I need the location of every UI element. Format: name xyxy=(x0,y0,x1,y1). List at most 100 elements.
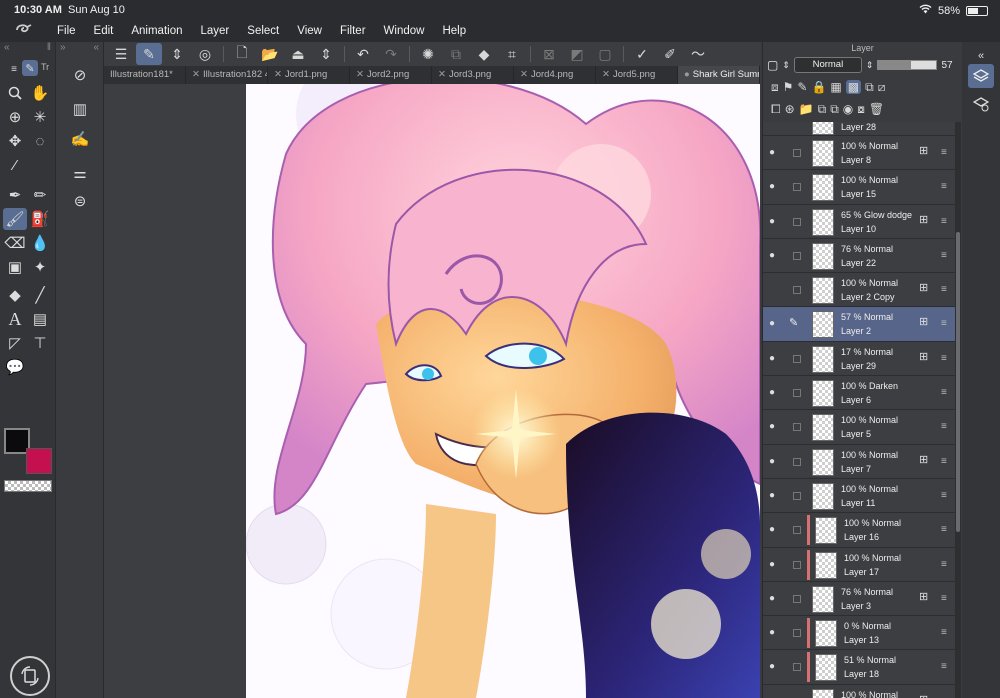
layer-thumbnail[interactable] xyxy=(812,122,834,135)
figure-line-icon[interactable]: ╱ xyxy=(28,284,52,306)
brush-settings-icon[interactable]: ✐ xyxy=(657,43,683,65)
reference-icon[interactable]: ⊞ xyxy=(919,315,928,328)
tab-jord1[interactable]: ✕ Jord1.png xyxy=(268,66,350,84)
layer-row[interactable]: 100 % Normal Layer 2 Copy ⊞ ≡ xyxy=(763,273,955,308)
close-icon[interactable]: ✕ xyxy=(192,69,200,80)
layer-checkbox[interactable] xyxy=(793,594,801,603)
eye-icon[interactable]: ● xyxy=(769,559,775,570)
apply-mask-icon[interactable]: ⧇ xyxy=(857,102,865,117)
reference-icon[interactable]: ⊞ xyxy=(919,281,928,294)
opacity-value[interactable]: 57 xyxy=(941,60,952,71)
layer-menu-icon[interactable]: ≡ xyxy=(941,627,947,638)
close-icon[interactable]: ✕ xyxy=(356,69,364,80)
tab-illustration182[interactable]: ✕ Illustration182 4 xyxy=(186,66,268,84)
collapse-left-icon[interactable]: « xyxy=(4,42,10,56)
layers-panel-icon[interactable] xyxy=(968,64,994,88)
trash-icon[interactable]: 🗑 xyxy=(869,102,884,116)
lock-transparency-icon[interactable]: ▦ xyxy=(830,80,841,94)
eye-icon[interactable]: ● xyxy=(769,490,775,501)
layer-menu-icon[interactable]: ≡ xyxy=(941,318,947,329)
transform-icon[interactable]: ⌗ xyxy=(499,43,525,65)
layer-menu-icon[interactable]: ≡ xyxy=(941,524,947,535)
layer-checkbox[interactable] xyxy=(793,629,801,638)
layer-checkbox[interactable] xyxy=(793,491,801,500)
frame-border-icon[interactable]: ▤ xyxy=(28,308,52,330)
zoom-icon[interactable] xyxy=(3,82,27,104)
hamburger-menu-icon[interactable]: ☰ xyxy=(108,43,134,65)
chevron-updown-icon[interactable]: ⇕ xyxy=(782,60,790,71)
app-logo-icon[interactable] xyxy=(0,23,48,40)
layer-thumbnail[interactable] xyxy=(812,242,834,270)
layer-thumbnail[interactable] xyxy=(815,620,837,648)
eye-icon[interactable]: ● xyxy=(769,456,775,467)
eye-icon[interactable]: ● xyxy=(769,524,775,535)
selection-frame-icon[interactable]: ▢ xyxy=(592,43,618,65)
collapse-icon[interactable]: « xyxy=(93,42,99,56)
layer-menu-icon[interactable]: ≡ xyxy=(941,456,947,467)
panel-grip-icon[interactable]: ‖ xyxy=(47,42,51,56)
fill-bucket-icon[interactable]: ◆ xyxy=(471,43,497,65)
invert-selection-icon[interactable]: ◩ xyxy=(564,43,590,65)
menu-filter[interactable]: Filter xyxy=(331,25,375,37)
loading-icon[interactable]: ✺ xyxy=(415,43,441,65)
layer-thumbnail[interactable] xyxy=(812,311,834,339)
layer-menu-icon[interactable]: ≡ xyxy=(941,421,947,432)
layer-thumbnail[interactable] xyxy=(812,482,834,510)
menu-window[interactable]: Window xyxy=(375,25,434,37)
reference-icon[interactable]: ⊞ xyxy=(919,213,928,226)
layer-thumbnail[interactable] xyxy=(812,688,834,698)
layer-thumbnail[interactable] xyxy=(812,414,834,442)
brush-icon[interactable]: 🖌 xyxy=(3,208,27,230)
expand-icon[interactable]: » xyxy=(60,42,66,56)
layer-thumbnail[interactable] xyxy=(812,174,834,202)
close-icon[interactable]: ✕ xyxy=(602,69,610,80)
layer-row[interactable]: ● ✎ 57 % Normal Layer 2 ⊞ ≡ xyxy=(763,307,955,342)
layer-thumbnail[interactable] xyxy=(812,448,834,476)
new-file-icon[interactable]: 🗋 xyxy=(229,43,255,65)
layer-menu-icon[interactable]: ≡ xyxy=(941,216,947,227)
layer-checkbox[interactable] xyxy=(793,423,801,432)
eye-icon[interactable]: ● xyxy=(769,216,775,227)
layer-thumbnail[interactable] xyxy=(815,517,837,545)
save-icon[interactable]: ⏏ xyxy=(285,43,311,65)
tab-jord3[interactable]: ✕ Jord3.png xyxy=(432,66,514,84)
canvas-workspace[interactable] xyxy=(104,84,760,698)
close-icon[interactable]: ✕ xyxy=(520,69,528,80)
copy-icon[interactable]: ⧉ xyxy=(443,43,469,65)
layer-checkbox[interactable] xyxy=(793,354,801,363)
layer-property-icon[interactable]: ▢ xyxy=(767,58,778,72)
layer-menu-icon[interactable]: ≡ xyxy=(941,559,947,570)
decoration-icon[interactable]: ✦ xyxy=(28,256,52,278)
eye-icon[interactable]: ● xyxy=(769,181,775,192)
tab-jord4[interactable]: ✕ Jord4.png xyxy=(514,66,596,84)
close-icon[interactable]: ✕ xyxy=(438,69,446,80)
record-timelapse-icon[interactable]: ◎ xyxy=(192,43,218,65)
layer-checkbox[interactable] xyxy=(793,663,801,672)
layer-row[interactable]: ● 76 % Normal Layer 3 ⊞ ≡ xyxy=(763,581,955,617)
layer-row[interactable]: ● 17 % Normal Layer 29 ⊞ ≡ xyxy=(763,341,955,377)
fill-icon[interactable]: ◆ xyxy=(3,284,27,306)
undo-icon[interactable]: ↶ xyxy=(350,43,376,65)
layer-menu-icon[interactable]: ≡ xyxy=(941,181,947,192)
hand-icon[interactable]: ✋ xyxy=(28,82,52,104)
layer-row[interactable]: ● 65 % Glow dodge Layer 10 ⊞ ≡ xyxy=(763,204,955,239)
layer-menu-icon[interactable]: ≡ xyxy=(941,490,947,501)
layer-thumbnail[interactable] xyxy=(815,654,837,682)
layer-row[interactable]: ● 100 % Normal Layer 15 ≡ xyxy=(763,170,955,205)
layer-property-panel-icon[interactable] xyxy=(968,92,994,116)
tool-pen-tab-icon[interactable]: ✎ xyxy=(22,60,38,76)
transfer-down-icon[interactable]: ⧉ xyxy=(818,102,827,117)
layer-row[interactable]: ● 100 % Darken Layer 6 ≡ xyxy=(763,376,955,411)
eye-icon[interactable]: ● xyxy=(769,593,775,604)
layer-row[interactable]: ● 100 % Normal Layer 16 ≡ xyxy=(763,513,955,548)
reference-icon[interactable]: ⊞ xyxy=(919,590,928,603)
deselect-icon[interactable]: ⊠ xyxy=(536,43,562,65)
layer-row[interactable]: ●100 % Normal⊞≡ xyxy=(763,684,955,698)
reference-layer-icon[interactable]: ⚑ xyxy=(783,80,794,94)
layer-menu-icon[interactable]: ≡ xyxy=(941,250,947,261)
new-raster-layer-icon[interactable]: ⧠ xyxy=(771,102,781,117)
layer-checkbox[interactable] xyxy=(793,526,801,535)
layer-scrollbar[interactable] xyxy=(955,122,961,698)
move-icon[interactable]: ✥ xyxy=(3,130,27,152)
layer-thumbnail[interactable] xyxy=(812,140,834,167)
